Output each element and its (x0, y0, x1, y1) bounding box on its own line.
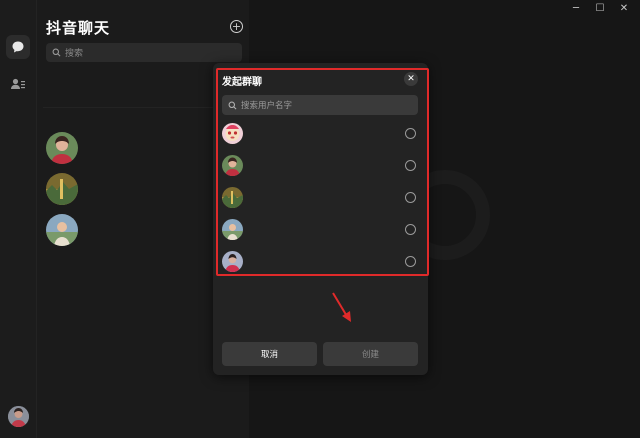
user-search-input[interactable]: 搜索用户名字 (222, 95, 418, 115)
close-dialog-icon[interactable]: ✕ (404, 72, 418, 86)
chat-bubble-icon (12, 41, 24, 53)
annotation-arrow-icon (332, 292, 351, 322)
select-radio[interactable] (405, 191, 416, 203)
user-list-item[interactable] (222, 121, 420, 145)
user-avatar (222, 250, 243, 272)
user-list-item[interactable] (222, 185, 420, 209)
search-placeholder: 搜索 (65, 49, 84, 59)
current-user-avatar[interactable] (8, 406, 29, 427)
avatar-image (222, 250, 243, 272)
cancel-button[interactable]: 取消 (222, 342, 317, 366)
app-title: 抖音聊天 (46, 19, 111, 37)
user-avatar (222, 186, 243, 208)
search-placeholder: 搜索用户名字 (241, 101, 293, 111)
avatar-image (46, 173, 78, 205)
create-button[interactable]: 创建 (323, 342, 418, 366)
contacts-nav-button[interactable] (6, 72, 30, 96)
avatar-image (8, 406, 29, 427)
plus-circle-icon[interactable]: + (230, 20, 243, 33)
avatar-image (46, 214, 78, 246)
close-icon[interactable]: ✕ (614, 2, 634, 14)
avatar-image (222, 218, 243, 240)
user-avatar (222, 154, 243, 176)
chat-nav-button[interactable] (6, 35, 30, 59)
nav-rail (0, 0, 37, 438)
conversation-avatar[interactable] (46, 173, 78, 205)
user-list-item[interactable] (222, 249, 420, 273)
create-group-dialog: 发起群聊 ✕ 搜索用户名字 取消 创建 (213, 63, 428, 375)
user-list-item[interactable] (222, 217, 420, 241)
select-radio[interactable] (405, 255, 416, 267)
select-radio[interactable] (405, 127, 416, 139)
dialog-title: 发起群聊 (222, 77, 262, 88)
conversation-avatar[interactable] (46, 214, 78, 246)
minimize-icon[interactable]: ─ (566, 2, 586, 14)
contacts-icon (11, 78, 25, 89)
avatar-image (222, 122, 243, 144)
user-avatar (222, 218, 243, 240)
conversation-avatar[interactable] (46, 132, 78, 164)
avatar-image (222, 186, 243, 208)
select-radio[interactable] (405, 223, 416, 235)
user-avatar (222, 122, 243, 144)
avatar-image (222, 154, 243, 176)
search-icon (228, 101, 237, 109)
search-icon (52, 48, 61, 57)
sidebar-search-input[interactable]: 搜索 (46, 43, 242, 62)
avatar-image (46, 132, 78, 164)
user-list-item[interactable] (222, 153, 420, 177)
select-radio[interactable] (405, 159, 416, 171)
maximize-icon[interactable]: ☐ (590, 2, 610, 14)
